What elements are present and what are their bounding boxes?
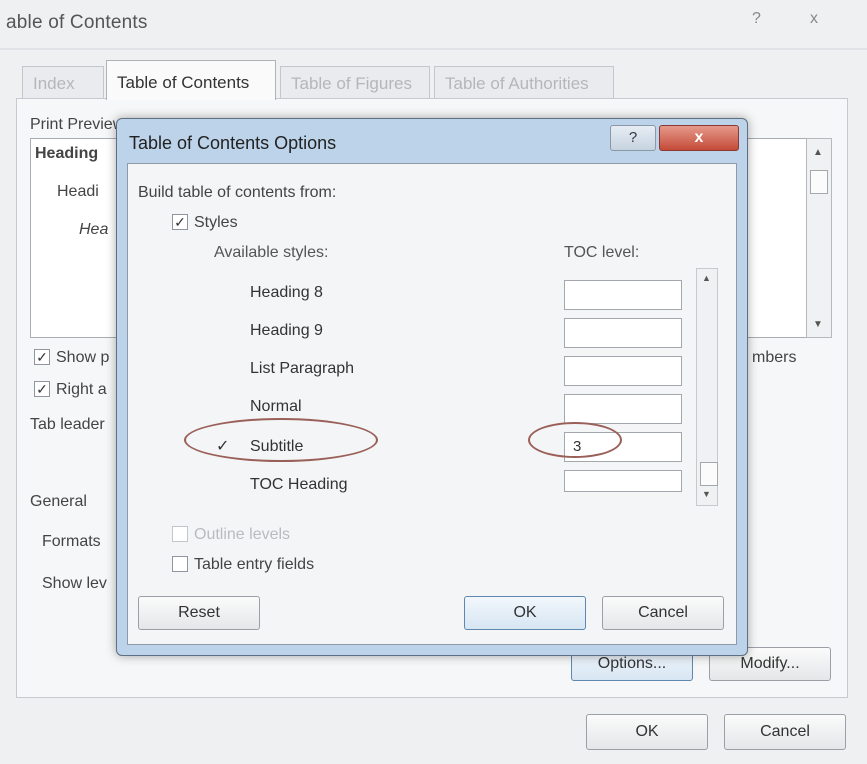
right-align-label: Right a (56, 381, 107, 398)
help-icon[interactable]: ? (752, 10, 761, 28)
show-page-numbers-label: Show p (56, 349, 110, 366)
titlebar-divider (0, 48, 867, 50)
dialog-body: Build table of contents from: ✓ Styles A… (127, 163, 737, 645)
toc-options-dialog: Table of Contents Options ? x Build tabl… (116, 118, 748, 656)
toc-level-field[interactable] (564, 318, 682, 348)
tab-table-of-figures[interactable]: Table of Figures (280, 66, 430, 98)
styles-scroll-thumb[interactable] (700, 462, 718, 486)
show-levels-label: Show lev (42, 575, 107, 592)
close-icon[interactable]: x (659, 125, 739, 151)
toc-level-field[interactable] (564, 394, 682, 424)
preview-scrollbar[interactable]: ▲ ▼ (806, 138, 832, 338)
table-entry-fields-checkbox[interactable] (172, 556, 188, 572)
styles-checkbox[interactable]: ✓ (172, 214, 188, 230)
formats-label: Formats (42, 533, 101, 550)
page-numbers-label: mbers (752, 349, 797, 366)
tab-index[interactable]: Index (22, 66, 104, 98)
style-name[interactable]: TOC Heading (250, 476, 348, 494)
window-title: able of Contents (6, 12, 148, 33)
scroll-down-icon[interactable]: ▼ (813, 319, 823, 330)
preview-subheading: Headi (57, 183, 99, 200)
show-page-numbers-checkbox[interactable]: ✓ (34, 349, 50, 365)
general-label: General (30, 493, 87, 510)
toc-level-field[interactable] (564, 470, 682, 492)
preview-heading: Heading (35, 145, 99, 162)
tab-table-of-contents[interactable]: Table of Contents (106, 60, 276, 100)
print-preview-label: Print Preview (30, 116, 125, 133)
style-name[interactable]: Normal (250, 398, 302, 416)
style-name[interactable]: Heading 9 (250, 322, 323, 340)
web-preview-box (740, 138, 806, 338)
cancel-button[interactable]: Cancel (724, 714, 846, 750)
styles-label: Styles (194, 214, 238, 231)
ok-button[interactable]: OK (464, 596, 586, 630)
style-name[interactable]: List Paragraph (250, 360, 354, 378)
toc-level-header: TOC level: (564, 244, 640, 261)
scroll-thumb[interactable] (810, 170, 828, 194)
print-preview-box: Heading Headi Hea (30, 138, 120, 338)
close-icon[interactable]: x (810, 10, 818, 28)
reset-button[interactable]: Reset (138, 596, 260, 630)
highlight-ellipse (528, 422, 622, 458)
dialog-title: Table of Contents Options (129, 133, 337, 153)
tab-table-of-authorities[interactable]: Table of Authorities (434, 66, 614, 98)
scroll-down-icon[interactable]: ▼ (702, 489, 711, 499)
style-name[interactable]: Heading 8 (250, 284, 323, 302)
available-styles-header: Available styles: (214, 244, 329, 261)
table-entry-fields-label: Table entry fields (194, 556, 315, 573)
highlight-ellipse (184, 418, 378, 462)
tab-leader-label: Tab leader (30, 416, 105, 433)
right-align-checkbox[interactable]: ✓ (34, 381, 50, 397)
scroll-up-icon[interactable]: ▲ (702, 273, 711, 283)
outline-levels-label: Outline levels (194, 526, 291, 543)
toc-level-field[interactable] (564, 356, 682, 386)
preview-subheading-2: Hea (79, 221, 109, 238)
toc-level-field[interactable] (564, 280, 682, 310)
scroll-up-icon[interactable]: ▲ (813, 147, 823, 158)
cancel-button[interactable]: Cancel (602, 596, 724, 630)
help-icon[interactable]: ? (610, 125, 656, 151)
ok-button[interactable]: OK (586, 714, 708, 750)
build-from-label: Build table of contents from: (138, 184, 337, 201)
outline-levels-checkbox[interactable] (172, 526, 188, 542)
